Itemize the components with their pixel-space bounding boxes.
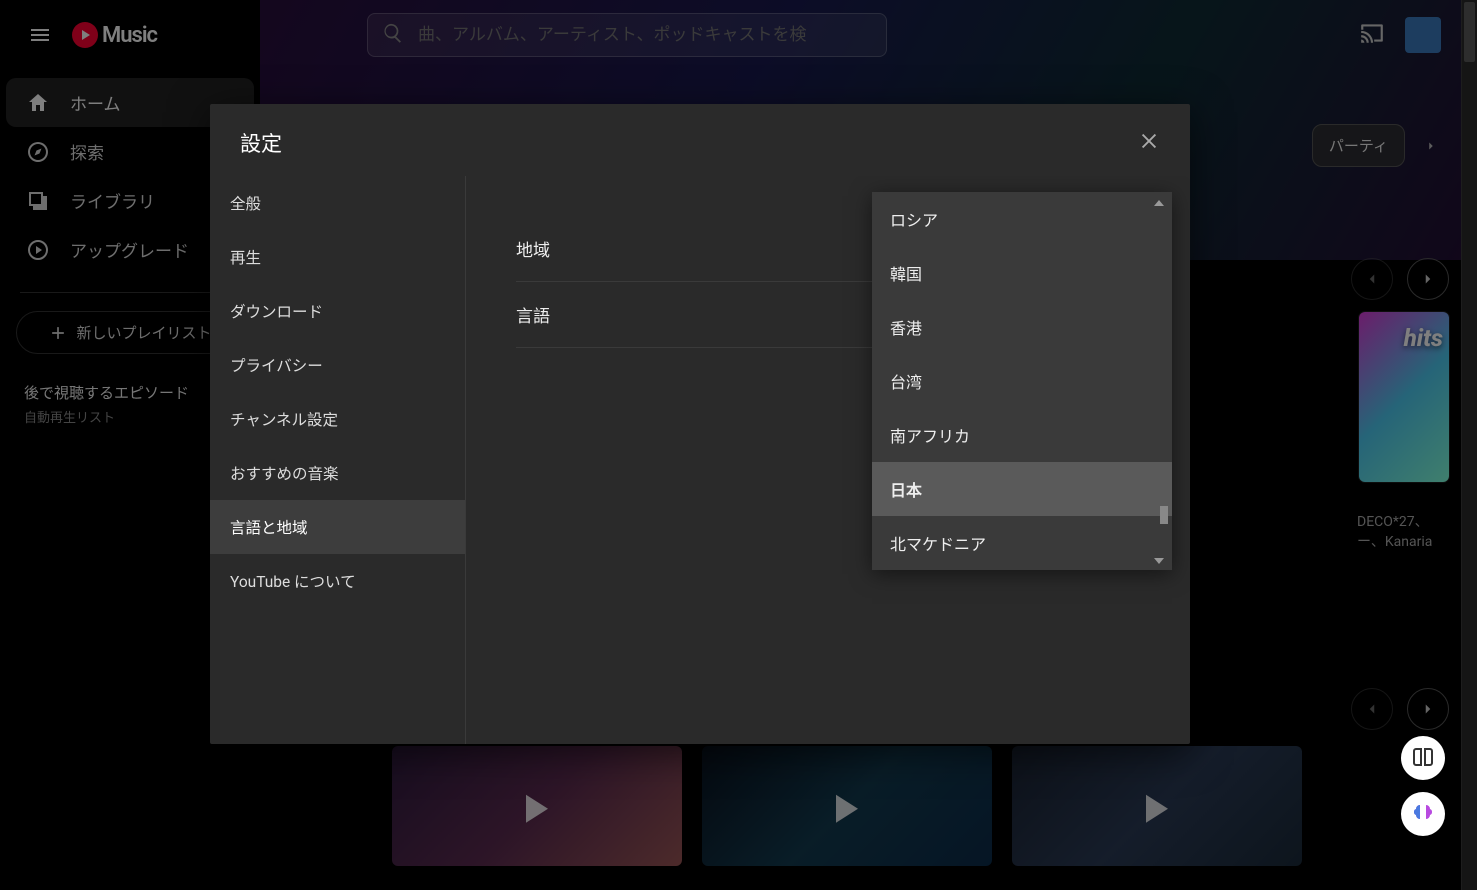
settings-panel: 地域 言語 ロシア 韓国 香港 台湾 南アフリカ 日本 北マケドニア xyxy=(466,176,1190,744)
dropdown-option[interactable]: 台湾 xyxy=(872,354,1172,408)
tab-language-region[interactable]: 言語と地域 xyxy=(210,500,465,554)
settings-tabs: 全般 再生 ダウンロード プライバシー チャンネル設定 おすすめの音楽 言語と地… xyxy=(210,176,466,744)
modal-title: 設定 xyxy=(240,128,282,158)
tab-downloads[interactable]: ダウンロード xyxy=(210,284,465,338)
tab-privacy[interactable]: プライバシー xyxy=(210,338,465,392)
reader-button[interactable] xyxy=(1401,736,1445,780)
dropdown-option[interactable]: 香港 xyxy=(872,300,1172,354)
assistant-button[interactable] xyxy=(1401,792,1445,836)
dropdown-scrollbar-thumb[interactable] xyxy=(1160,506,1168,524)
chevron-down-icon[interactable] xyxy=(1154,558,1164,564)
tab-music-recs[interactable]: おすすめの音楽 xyxy=(210,446,465,500)
tab-playback[interactable]: 再生 xyxy=(210,230,465,284)
tab-about[interactable]: YouTube について xyxy=(210,554,465,608)
region-dropdown[interactable]: ロシア 韓国 香港 台湾 南アフリカ 日本 北マケドニア xyxy=(872,192,1172,570)
dropdown-option[interactable]: 南アフリカ xyxy=(872,408,1172,462)
dropdown-option[interactable]: 北マケドニア xyxy=(872,516,1172,570)
dropdown-option-selected[interactable]: 日本 xyxy=(872,462,1172,516)
tab-general[interactable]: 全般 xyxy=(210,176,465,230)
setting-label: 地域 xyxy=(516,236,550,261)
dropdown-option[interactable]: 韓国 xyxy=(872,246,1172,300)
tab-channel[interactable]: チャンネル設定 xyxy=(210,392,465,446)
close-icon[interactable] xyxy=(1138,130,1160,156)
dropdown-option[interactable]: ロシア xyxy=(872,192,1172,246)
setting-label: 言語 xyxy=(516,302,550,327)
chevron-up-icon[interactable] xyxy=(1154,200,1164,206)
settings-modal: 設定 全般 再生 ダウンロード プライバシー チャンネル設定 おすすめの音楽 言… xyxy=(210,104,1190,744)
